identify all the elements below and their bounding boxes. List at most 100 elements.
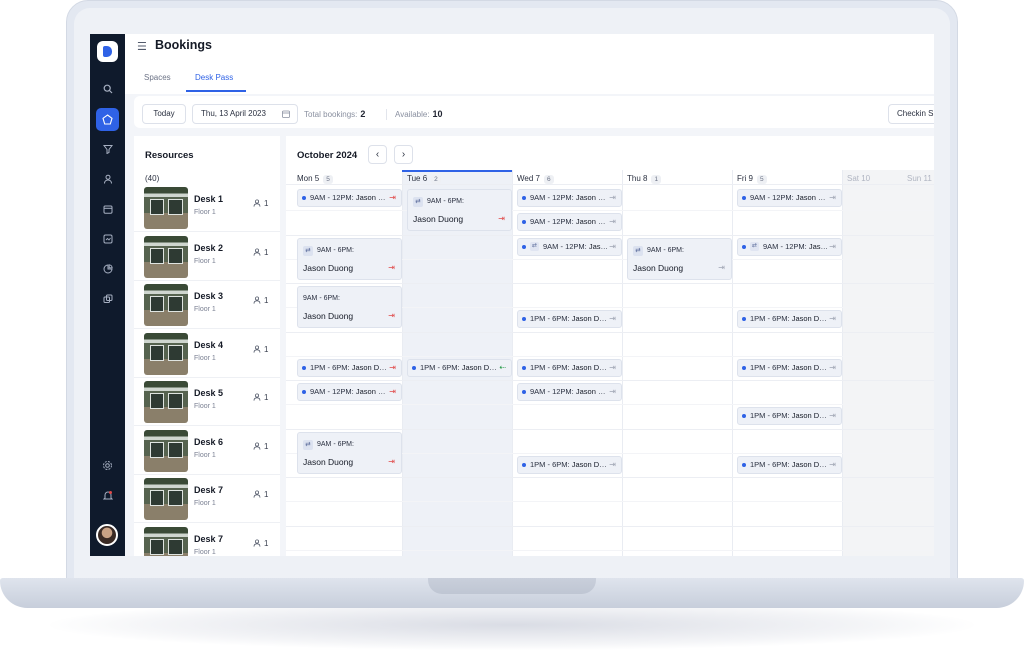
booking-pill[interactable]: 9AM - 12PM: Jason Duong⇥: [297, 189, 402, 207]
resource-row[interactable]: Desk 1 Floor 1 1: [134, 184, 280, 232]
checkin-icon[interactable]: ⇠: [499, 360, 506, 376]
checkin-button[interactable]: Checkin S: [888, 104, 934, 124]
day-header: Fri 9 5: [737, 174, 767, 184]
booking-card[interactable]: ⇄ 9AM - 6PM: Jason Duong ⇥: [627, 237, 732, 280]
checkin-idle-icon[interactable]: ⇥: [609, 311, 616, 327]
booking-guest: Jason Duong: [571, 362, 608, 372]
row-divider: [286, 283, 934, 284]
checkin-idle-icon[interactable]: ⇥: [609, 239, 616, 255]
resources-panel: Resources (40) Desk 1 Floor 1 1 Desk 2 Floor…: [134, 136, 280, 556]
date-picker[interactable]: Thu, 13 April 2023: [192, 104, 298, 124]
booking-pill[interactable]: 1PM - 6PM: Jason Duong⇠: [407, 358, 512, 377]
booking-pill[interactable]: ⇄ 9AM - 12PM: Jason Duong⇥: [737, 237, 842, 256]
booking-summary: 9AM - 12PM: Jason Duong: [530, 190, 608, 206]
day-header: Wed 76: [517, 174, 554, 184]
booking-pill[interactable]: 1PM - 6PM: Jason Duong⇥: [737, 455, 842, 474]
report-icon[interactable]: [96, 258, 119, 281]
booking-guest: Jason Duong: [791, 459, 828, 469]
tab-desk-pass[interactable]: Desk Pass: [195, 73, 233, 82]
checkin-idle-icon[interactable]: ⇥: [609, 360, 616, 376]
notification-icon[interactable]: [96, 484, 119, 507]
day-booking-count: 5: [323, 175, 333, 184]
booking-pill[interactable]: 1PM - 6PM: Jason Duong⇥: [737, 407, 842, 425]
day-label: Tue 6: [407, 174, 428, 183]
checkin-idle-icon[interactable]: ⇥: [609, 384, 616, 400]
resource-capacity: 1: [253, 442, 268, 451]
booking-guest: Jason Duong: [795, 193, 828, 202]
booking-time: 1PM - 6PM:: [420, 362, 460, 372]
resource-row[interactable]: Desk 5 Floor 1 1: [134, 378, 280, 426]
resource-row[interactable]: Desk 3 Floor 1 1: [134, 281, 280, 329]
menu-icon[interactable]: ☰: [137, 40, 147, 53]
booking-pill[interactable]: 9AM - 12PM: Jason Duong⇥: [517, 213, 622, 231]
booking-pill[interactable]: 1PM - 6PM: Jason Duong⇥: [737, 358, 842, 377]
booking-pill[interactable]: 1PM - 6PM: Jason Duong⇥: [517, 310, 622, 328]
filter-icon[interactable]: [96, 138, 119, 161]
checkin-idle-icon[interactable]: ⇥: [829, 190, 836, 206]
resource-name: Desk 4: [194, 339, 224, 350]
layers-icon[interactable]: [96, 288, 119, 311]
checkout-icon[interactable]: ⇥: [389, 190, 396, 206]
booking-pill[interactable]: 1PM - 6PM: Jason Duong⇥: [517, 358, 622, 377]
resource-row[interactable]: Desk 4 Floor 1 1: [134, 330, 280, 378]
booking-pill[interactable]: 1PM - 6PM: Jason Duong⇥: [297, 358, 402, 377]
settings-icon[interactable]: [96, 454, 119, 477]
checkout-icon[interactable]: ⇥: [388, 263, 395, 272]
tab-spaces[interactable]: Spaces: [144, 73, 171, 82]
booking-pill[interactable]: 9AM - 12PM: Jason Duong⇥: [517, 189, 622, 207]
booking-summary: 1PM - 6PM: Jason Duong: [420, 360, 498, 376]
booking-time: 9AM - 12PM:: [530, 387, 574, 396]
checkin-idle-icon[interactable]: ⇥: [609, 214, 616, 230]
resource-row[interactable]: Desk 2 Floor 1 1: [134, 233, 280, 281]
checkin-idle-icon[interactable]: ⇥: [718, 263, 725, 272]
checkout-icon[interactable]: ⇥: [389, 384, 396, 400]
booking-card[interactable]: ⇄ 9AM - 6PM: Jason Duong ⇥: [297, 237, 402, 280]
checkin-idle-icon[interactable]: ⇥: [829, 239, 836, 255]
booking-dot: [522, 365, 526, 370]
booking-guest: Jason Duong: [575, 387, 608, 396]
calendar-icon[interactable]: [96, 198, 119, 221]
user-avatar[interactable]: [96, 524, 118, 546]
booking-pill[interactable]: 9AM - 12PM: Jason Duong⇥: [737, 189, 842, 207]
booking-pill[interactable]: 9AM - 12PM: Jason Duong⇥: [297, 383, 402, 401]
checkin-idle-icon[interactable]: ⇥: [829, 360, 836, 376]
spaces-icon[interactable]: [96, 108, 119, 131]
booking-summary: 1PM - 6PM: Jason Duong: [530, 311, 608, 327]
booking-card[interactable]: ⇄ 9AM - 6PM: Jason Duong ⇥: [407, 189, 512, 231]
booking-pill[interactable]: 1PM - 6PM: Jason Duong⇥: [517, 455, 622, 474]
booking-pill[interactable]: ⇄ 9AM - 12PM: Jason Duong⇥: [517, 237, 622, 256]
logo-icon[interactable]: [97, 41, 118, 62]
booking-guest: Jason Duong: [303, 456, 354, 467]
resource-row[interactable]: Desk 7 Floor 1 1: [134, 524, 280, 556]
checkin-idle-icon[interactable]: ⇥: [829, 457, 836, 473]
booking-pill[interactable]: 1PM - 6PM: Jason Duong⇥: [737, 310, 842, 328]
checkout-icon[interactable]: ⇥: [388, 457, 395, 466]
checkout-icon[interactable]: ⇥: [498, 214, 505, 223]
booking-card[interactable]: 9AM - 6PM: Jason Duong ⇥: [297, 286, 402, 328]
booking-pill[interactable]: 9AM - 12PM: Jason Duong⇥: [517, 383, 622, 401]
page-header: ☰ Bookings Spaces Desk Pass: [125, 34, 934, 94]
resource-capacity: 1: [253, 296, 268, 305]
resource-row[interactable]: Desk 7 Floor 1 1: [134, 475, 280, 523]
resource-row[interactable]: Desk 6 Floor 1 1: [134, 427, 280, 475]
checkin-idle-icon[interactable]: ⇥: [829, 408, 836, 424]
resource-capacity: 1: [253, 490, 268, 499]
checkin-idle-icon[interactable]: ⇥: [609, 457, 616, 473]
today-button[interactable]: Today: [142, 104, 186, 124]
booking-dot: [522, 196, 526, 200]
schedule-icon[interactable]: [96, 228, 119, 251]
column-divider: [732, 170, 733, 556]
user-icon[interactable]: [96, 168, 119, 191]
checkin-idle-icon[interactable]: ⇥: [609, 190, 616, 206]
prev-month-button[interactable]: ‹: [368, 145, 387, 164]
checkout-icon[interactable]: ⇥: [388, 311, 395, 320]
booking-card[interactable]: ⇄ 9AM - 6PM: Jason Duong ⇥: [297, 431, 402, 474]
booking-guest: Jason Duong: [575, 217, 608, 226]
checkout-icon[interactable]: ⇥: [389, 360, 396, 376]
search-icon[interactable]: [96, 78, 119, 101]
next-month-button[interactable]: ›: [394, 145, 413, 164]
booking-guest: Jason Duong: [808, 241, 829, 251]
booking-dot: [742, 365, 746, 370]
checkin-idle-icon[interactable]: ⇥: [829, 311, 836, 327]
booking-time: 9AM - 12PM:: [543, 241, 587, 251]
